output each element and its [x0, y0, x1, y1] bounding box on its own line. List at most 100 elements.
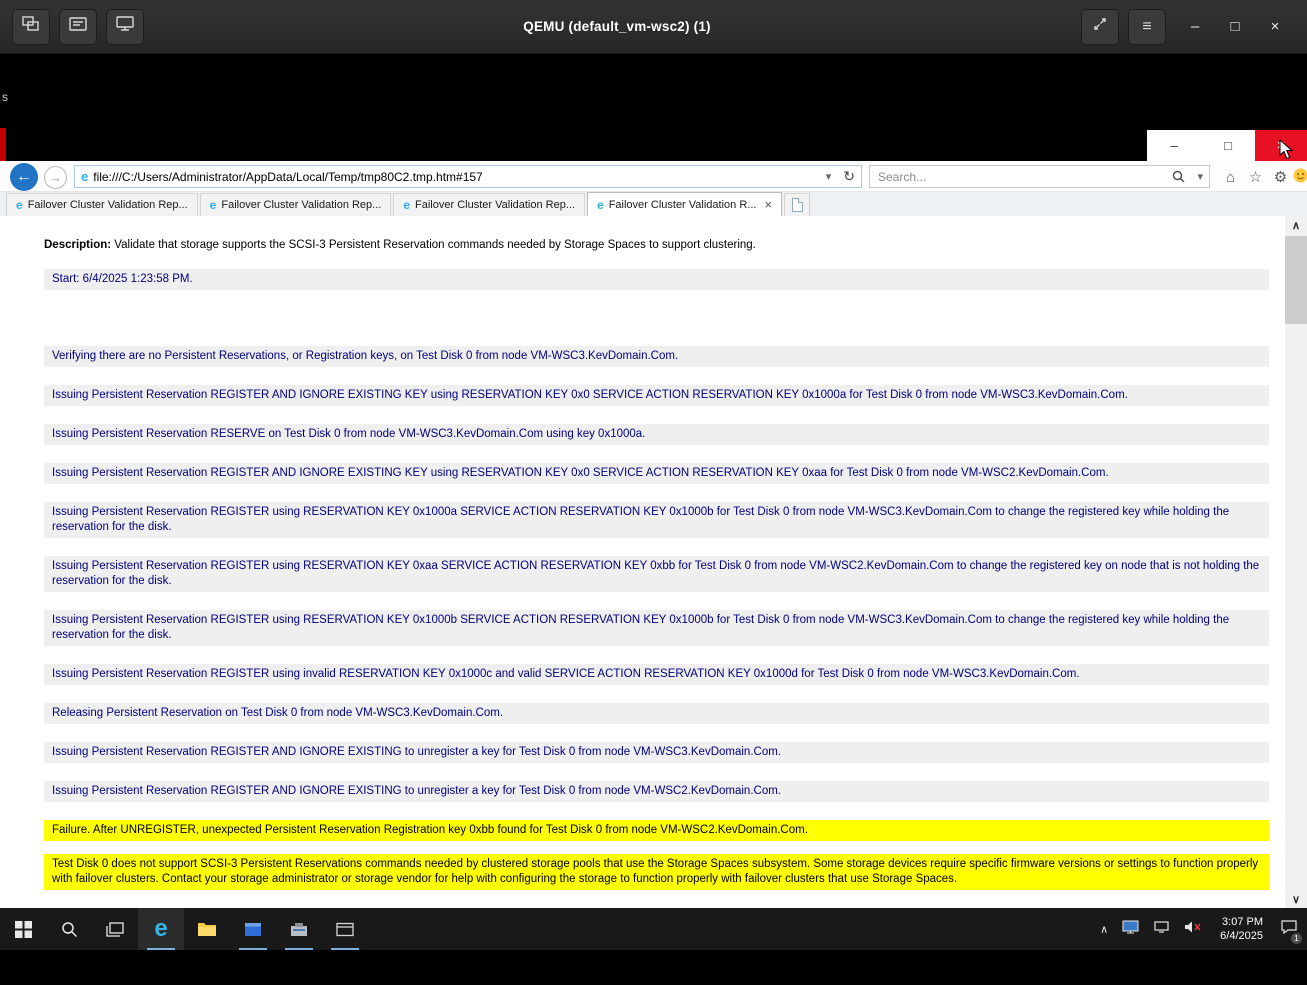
refresh-icon[interactable]: ↻ [837, 168, 861, 185]
task-view-icon [106, 922, 124, 937]
log-line: Issuing Persistent Reservation REGISTER … [44, 385, 1269, 406]
search-icon[interactable] [1166, 170, 1191, 183]
vm-monitor-button[interactable] [106, 9, 144, 45]
smiley-icon [1293, 168, 1307, 187]
scroll-down-button[interactable]: ∨ [1285, 890, 1307, 908]
qemu-window: QEMU (default_vm-wsc2) (1) ≡ – □ × s – □… [0, 0, 1307, 985]
vm-displays-button[interactable] [12, 9, 50, 45]
display-icon [1122, 920, 1139, 939]
tray-volume-button[interactable] [1179, 908, 1208, 950]
ie-navigation-bar: ← → e file:///C:/Users/Administrator/App… [0, 161, 1307, 192]
back-button[interactable]: ← [10, 163, 38, 191]
tab-label: Failover Cluster Validation Rep... [28, 199, 188, 211]
tab-close-button[interactable]: × [764, 198, 772, 211]
ie-tab-icon: e [403, 199, 410, 211]
url-text: file:///C:/Users/Administrator/AppData/L… [93, 170, 820, 184]
taskbar: e ∧ [0, 908, 1307, 950]
chevron-up-icon: ∧ [1100, 923, 1108, 936]
windows-logo-icon [15, 921, 32, 938]
clock-time: 3:07 PM [1220, 915, 1263, 929]
qemu-close-button[interactable]: × [1255, 18, 1295, 35]
blue-window-icon [244, 922, 262, 937]
log-line: Issuing Persistent Reservation REGISTER … [44, 664, 1269, 685]
taskbar-app-window[interactable] [230, 908, 276, 950]
network-icon [1153, 920, 1170, 939]
favorites-icon: ☆ [1249, 168, 1262, 186]
new-tab-button[interactable] [784, 193, 810, 216]
clock-date: 6/4/2025 [1220, 929, 1263, 943]
qemu-titlebar: QEMU (default_vm-wsc2) (1) ≡ – □ × [0, 0, 1307, 54]
log-line: Issuing Persistent Reservation REGISTER … [44, 502, 1269, 538]
scroll-up-button[interactable]: ∧ [1285, 216, 1307, 234]
start-button[interactable] [0, 908, 46, 950]
vm-devices-button[interactable] [59, 9, 97, 45]
back-icon: ← [16, 168, 32, 186]
forward-icon: → [49, 170, 62, 185]
log-line: Issuing Persistent Reservation REGISTER … [44, 556, 1269, 592]
report-page: Description: Validate that storage suppo… [0, 216, 1285, 908]
description-text: Validate that storage supports the SCSI-… [114, 239, 756, 251]
log-line: Issuing Persistent Reservation REGISTER … [44, 610, 1269, 646]
tray-network-button[interactable] [1148, 908, 1175, 950]
taskbar-app-secondary[interactable] [322, 908, 368, 950]
feedback-button[interactable] [1289, 166, 1307, 188]
gray-window-icon [336, 922, 354, 937]
start-line: Start: 6/4/2025 1:23:58 PM. [44, 269, 1269, 290]
log-line: Issuing Persistent Reservation REGISTER … [44, 742, 1269, 763]
vm-menu-button[interactable]: ≡ [1128, 9, 1166, 45]
scrollbar-thumb[interactable] [1285, 236, 1307, 324]
home-icon: ⌂ [1226, 169, 1235, 186]
server-manager-icon [290, 922, 308, 937]
log-line: Issuing Persistent Reservation RESERVE o… [44, 424, 1269, 445]
settings-icon: ⚙ [1274, 168, 1287, 186]
taskbar-file-explorer[interactable] [184, 908, 230, 950]
ie-tab-icon: e [210, 199, 217, 211]
tab-label: Failover Cluster Validation Rep... [221, 199, 381, 211]
menu-icon: ≡ [1142, 18, 1151, 36]
task-view-button[interactable] [92, 908, 138, 950]
search-input[interactable] [870, 170, 1166, 184]
qemu-window-title: QEMU (default_vm-wsc2) (1) [153, 19, 1081, 34]
action-center-button[interactable]: 1 [1275, 908, 1303, 950]
notification-badge: 1 [1291, 933, 1302, 944]
volume-muted-icon [1184, 920, 1203, 939]
favorites-button[interactable]: ☆ [1244, 166, 1267, 188]
system-tray: ∧ 3:07 PM 6/4/2025 [1095, 908, 1303, 950]
tray-expand-button[interactable]: ∧ [1095, 908, 1113, 950]
expand-icon [1092, 16, 1108, 37]
ie-tab-icon: e [16, 199, 23, 211]
address-bar[interactable]: e file:///C:/Users/Administrator/AppData… [74, 165, 862, 188]
tab-label: Failover Cluster Validation Rep... [415, 199, 575, 211]
log-line: Issuing Persistent Reservation REGISTER … [44, 463, 1269, 484]
log-line: Verifying there are no Persistent Reserv… [44, 346, 1269, 367]
devices-icon [69, 16, 87, 37]
autocomplete-dropdown-icon[interactable]: ▾ [820, 170, 838, 183]
tray-display-button[interactable] [1117, 908, 1144, 950]
tab-label: Failover Cluster Validation R... [609, 199, 757, 211]
forward-button[interactable]: → [44, 166, 67, 189]
tab-validation-report-3[interactable]: e Failover Cluster Validation Rep... [393, 193, 585, 216]
description-line: Description: Validate that storage suppo… [44, 238, 1269, 252]
qemu-minimize-button[interactable]: – [1175, 18, 1215, 35]
vertical-scrollbar[interactable]: ∧ ∨ [1285, 216, 1307, 908]
taskbar-clock[interactable]: 3:07 PM 6/4/2025 [1212, 915, 1271, 943]
ie-minimize-button[interactable]: – [1147, 130, 1201, 161]
tab-validation-report-2[interactable]: e Failover Cluster Validation Rep... [200, 193, 392, 216]
home-button[interactable]: ⌂ [1219, 166, 1242, 188]
ie-tab-icon: e [597, 199, 604, 211]
tab-validation-report-1[interactable]: e Failover Cluster Validation Rep... [6, 193, 198, 216]
new-tab-icon [792, 198, 803, 212]
search-dropdown-icon[interactable]: ▾ [1191, 170, 1209, 183]
qemu-maximize-button[interactable]: □ [1215, 18, 1255, 35]
ie-restore-button[interactable]: □ [1201, 130, 1255, 161]
taskbar-server-manager[interactable] [276, 908, 322, 950]
internet-explorer-icon: e [154, 917, 167, 941]
vm-fullscreen-button[interactable] [1081, 9, 1119, 45]
ie-tab-bar: e Failover Cluster Validation Rep... e F… [0, 192, 1307, 216]
taskbar-search-button[interactable] [46, 908, 92, 950]
folder-icon [197, 921, 217, 937]
failure-line: Failure. After UNREGISTER, unexpected Pe… [44, 820, 1269, 841]
taskbar-internet-explorer[interactable]: e [138, 908, 184, 950]
tab-validation-report-4-active[interactable]: e Failover Cluster Validation R... × [587, 192, 782, 216]
mouse-cursor [1279, 139, 1297, 161]
